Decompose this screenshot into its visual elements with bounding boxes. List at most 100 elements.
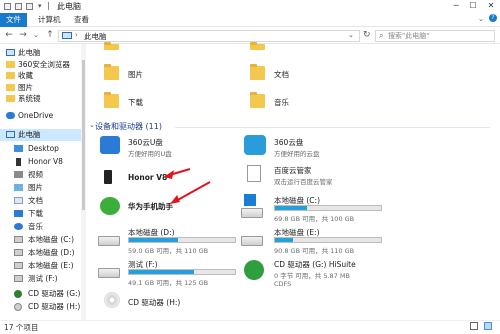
window-title: 此电脑	[57, 2, 81, 11]
devices-section-title[interactable]: 设备和驱动器 (11)	[95, 121, 162, 132]
folder-music-label[interactable]: 音乐	[274, 97, 289, 108]
arrow-head	[164, 170, 174, 179]
folder-icon	[6, 83, 15, 91]
cloud-icon	[6, 112, 15, 119]
new-folder-icon[interactable]	[26, 3, 33, 10]
sidebar-item-label: 此电脑	[18, 48, 41, 57]
drive-icon	[241, 208, 263, 218]
sidebar-item-this-pc[interactable]: 此电脑	[0, 129, 86, 141]
drive-icon	[98, 268, 120, 278]
cd-g-name[interactable]: CD 驱动器 (G:) HiSuite	[274, 259, 356, 270]
sidebar-item-label: 本地磁盘 (D:)	[28, 248, 75, 257]
sidebar-item-this-pc-quick[interactable]: 此电脑	[0, 47, 86, 59]
phone-icon	[16, 158, 21, 166]
recent-icon[interactable]: ⌄	[30, 29, 42, 42]
folder-downloads-label[interactable]: 下载	[128, 97, 143, 108]
properties-icon[interactable]	[15, 3, 22, 10]
up-icon[interactable]: ↑	[44, 29, 56, 42]
drive-icon	[14, 262, 23, 269]
tab-view[interactable]: 查看	[74, 13, 89, 27]
pc-icon	[6, 49, 15, 56]
minimize-button[interactable]: ─	[448, 0, 464, 12]
chevron-down-icon[interactable]: ▾	[38, 2, 42, 10]
sidebar-item-label: 本地磁盘 (C:)	[28, 235, 74, 244]
sidebar-item-label: Desktop	[28, 144, 59, 153]
sidebar-item-label: 音乐	[28, 222, 43, 231]
sidebar-item-drive-d[interactable]: 本地磁盘 (D:)	[0, 247, 86, 259]
sidebar-item-label: 360安全浏览器	[18, 59, 70, 69]
device-360-cloud-sub: 方便好用的云盘	[274, 150, 320, 158]
tab-computer[interactable]: 计算机	[38, 13, 61, 27]
usb-cloud-icon	[100, 136, 120, 154]
drive-e-free: 90.8 GB 可用，共 110 GB	[274, 247, 355, 255]
sidebar-item-honor-v8[interactable]: Honor V8	[0, 156, 86, 168]
folder-documents-label[interactable]: 文档	[274, 69, 289, 80]
sidebar-item-onedrive[interactable]: OneDrive	[0, 110, 86, 122]
folder-pictures-label[interactable]: 图片	[128, 69, 143, 80]
document-icon	[14, 197, 23, 204]
drive-f-free: 49.1 GB 可用，共 125 GB	[128, 279, 209, 287]
folder-icon	[6, 72, 15, 80]
sidebar-scroll-thumb[interactable]	[82, 60, 85, 210]
sidebar-item-360-browser[interactable]: 360安全浏览器	[0, 59, 86, 71]
annotation-arrows	[164, 168, 211, 204]
chevron-down-icon[interactable]: ⌄	[348, 31, 354, 39]
drive-f-usage-fill	[129, 270, 194, 274]
download-icon	[14, 210, 23, 217]
sidebar-item-drive-f[interactable]: 测试 (F:)	[0, 273, 86, 285]
sidebar: 此电脑 360安全浏览器 收藏 图片 系统镜 OneDrive 此电脑 Desk…	[0, 44, 86, 320]
drive-c-free: 69.8 GB 可用，共 100 GB	[274, 215, 355, 223]
pictures-folder-icon	[104, 64, 119, 80]
device-360-cloud-name[interactable]: 360云盘	[274, 137, 303, 148]
chevron-down-icon[interactable]: ⌄	[89, 121, 95, 129]
windows-logo-icon	[244, 194, 256, 206]
pc-icon	[62, 32, 72, 39]
help-icon[interactable]: ?	[489, 14, 497, 22]
sidebar-item-label: 图片	[18, 82, 33, 92]
forward-icon[interactable]: →	[17, 29, 29, 42]
refresh-icon[interactable]: ↻	[363, 30, 371, 40]
section-divider	[175, 127, 490, 128]
tab-file[interactable]: 文件	[0, 13, 27, 27]
device-baidu-name[interactable]: 百度云管家	[274, 165, 312, 176]
sidebar-item-drive-c[interactable]: 本地磁盘 (C:)	[0, 234, 86, 246]
chevron-right-icon: ›	[75, 31, 78, 39]
sidebar-item-drive-e[interactable]: 本地磁盘 (E:)	[0, 260, 86, 272]
drive-e-usage-fill	[275, 238, 294, 242]
phone-icon	[104, 170, 112, 184]
large-icons-view-icon[interactable]	[484, 322, 492, 330]
sidebar-item-desktop[interactable]: Desktop	[0, 143, 86, 155]
sidebar-item-cd-h[interactable]: CD 驱动器 (H:)	[0, 301, 86, 313]
sidebar-item-cd-g[interactable]: CD 驱动器 (G:)	[0, 288, 86, 300]
drive-icon	[14, 249, 23, 256]
music-icon	[14, 223, 23, 230]
downloads-folder-icon	[104, 92, 119, 108]
folder-icon	[104, 42, 119, 50]
drive-d-free: 59.0 GB 可用，共 110 GB	[128, 247, 209, 255]
drive-icon	[98, 236, 120, 246]
sidebar-item-label: 下载	[28, 209, 43, 218]
device-360-u-sub: 方便好用的U盘	[128, 150, 172, 158]
cd-h-name[interactable]: CD 驱动器 (H:)	[128, 297, 180, 308]
details-view-icon[interactable]	[470, 322, 478, 330]
cd-icon	[14, 303, 22, 311]
device-360-u-name[interactable]: 360云U盘	[128, 137, 163, 148]
sidebar-item-videos[interactable]: 视频	[0, 169, 86, 181]
maximize-button[interactable]: ☐	[465, 0, 481, 12]
sidebar-item-label: 视频	[28, 170, 43, 179]
folder-icon	[6, 60, 15, 68]
arrow-to-huawei	[173, 181, 211, 203]
sidebar-item-label: 文档	[28, 196, 43, 205]
sidebar-item-documents[interactable]: 文档	[0, 195, 86, 207]
expand-ribbon-icon[interactable]: ⌄	[478, 15, 484, 23]
sidebar-item-system-image[interactable]: 系统镜	[0, 93, 86, 105]
desktop-icon	[14, 145, 23, 152]
close-button[interactable]: ✕	[483, 0, 499, 12]
sidebar-item-favorites[interactable]: 收藏	[0, 70, 86, 82]
back-icon[interactable]: ←	[3, 29, 15, 42]
sidebar-item-music[interactable]: 音乐	[0, 221, 86, 233]
sidebar-item-downloads[interactable]: 下载	[0, 208, 86, 220]
sidebar-item-pictures[interactable]: 图片	[0, 182, 86, 194]
sidebar-item-pictures-quick[interactable]: 图片	[0, 82, 86, 94]
drive-icon	[14, 236, 23, 243]
